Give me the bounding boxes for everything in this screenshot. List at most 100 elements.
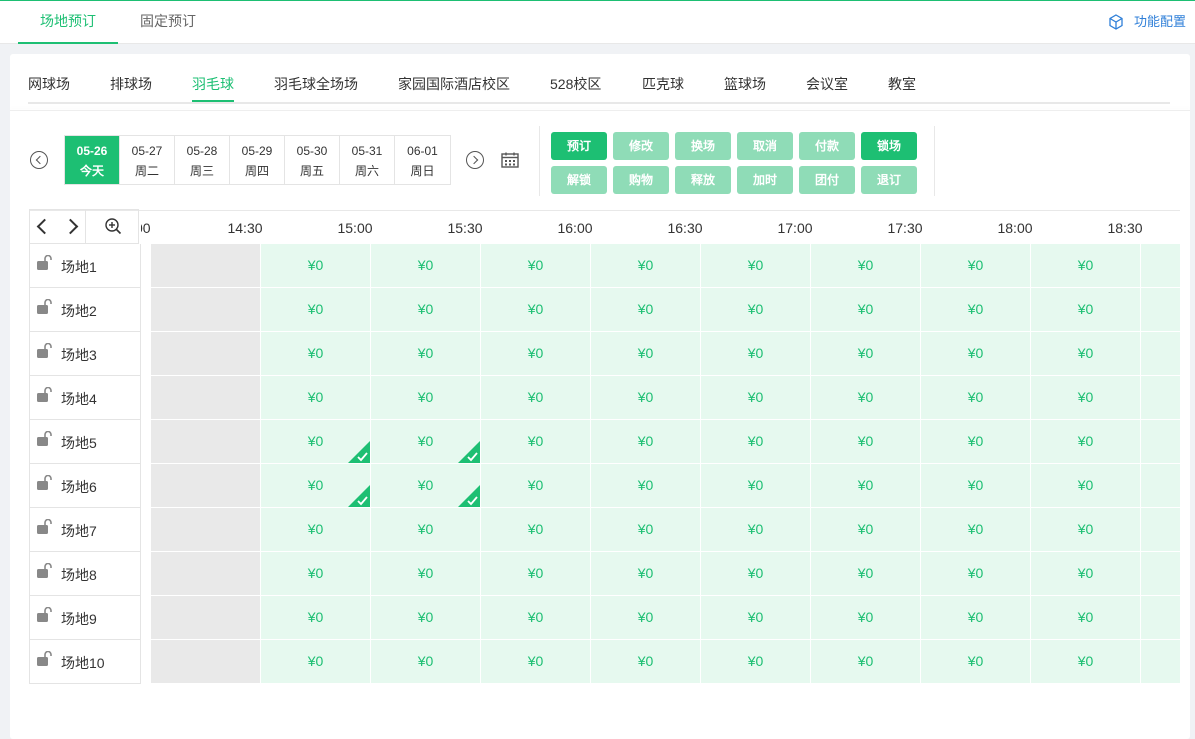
venue-tab-classroom[interactable]: 教室 <box>888 74 916 102</box>
slot-cell[interactable]: ¥0 <box>811 596 920 639</box>
slot-cell[interactable]: ¥0 <box>811 332 920 375</box>
slot-cell[interactable]: ¥0 <box>1031 288 1140 331</box>
slot-cell[interactable]: ¥0 <box>371 464 480 507</box>
slot-cell[interactable]: ¥0 <box>921 376 1030 419</box>
slot-cell[interactable]: ¥0 <box>1141 332 1180 375</box>
slot-cell[interactable]: ¥0 <box>811 288 920 331</box>
slot-cell[interactable]: ¥0 <box>481 596 590 639</box>
slot-cell[interactable]: ¥0 <box>701 420 810 463</box>
next-week-button[interactable] <box>466 151 484 169</box>
slot-cell[interactable]: ¥0 <box>701 288 810 331</box>
slot-cell[interactable]: ¥0 <box>481 552 590 595</box>
slot-cell[interactable]: ¥0 <box>701 376 810 419</box>
slot-cell[interactable]: ¥0 <box>261 508 370 551</box>
slot-cell[interactable]: ¥0 <box>701 244 810 287</box>
shopping-button[interactable]: 购物 <box>613 166 669 194</box>
slot-cell[interactable]: ¥0 <box>811 464 920 507</box>
venue-tab-tennis[interactable]: 网球场 <box>28 74 70 102</box>
slot-cell[interactable]: ¥0 <box>1141 420 1180 463</box>
slot-cell[interactable]: ¥0 <box>481 420 590 463</box>
venue-tab-badminton[interactable]: 羽毛球 <box>192 74 234 102</box>
slot-cell[interactable]: ¥0 <box>261 332 370 375</box>
slot-cell[interactable]: ¥0 <box>1141 640 1180 683</box>
slot-cell[interactable]: ¥0 <box>921 288 1030 331</box>
slot-cell[interactable]: ¥0 <box>371 420 480 463</box>
court-row-label[interactable]: 场地1 <box>29 244 141 288</box>
slot-cell[interactable]: ¥0 <box>371 508 480 551</box>
tab-fixed-booking[interactable]: 固定预订 <box>118 1 218 44</box>
group-pay-button[interactable]: 团付 <box>799 166 855 194</box>
slot-cell[interactable]: ¥0 <box>591 420 700 463</box>
release-button[interactable]: 释放 <box>675 166 731 194</box>
date-item[interactable]: 05-26 今天 <box>65 136 120 184</box>
slot-cell[interactable]: ¥0 <box>261 420 370 463</box>
date-item[interactable]: 05-29 周四 <box>230 136 285 184</box>
court-row-label[interactable]: 场地2 <box>29 288 141 332</box>
slot-cell[interactable]: ¥0 <box>371 596 480 639</box>
court-row-label[interactable]: 场地6 <box>29 464 141 508</box>
slot-cell[interactable]: ¥0 <box>261 244 370 287</box>
venue-tab-volleyball[interactable]: 排球场 <box>110 74 152 102</box>
venue-tab-pickleball[interactable]: 匹克球 <box>642 74 684 102</box>
prev-week-button[interactable] <box>30 151 48 169</box>
slot-cell[interactable]: ¥0 <box>481 640 590 683</box>
slot-cell[interactable]: ¥0 <box>1141 244 1180 287</box>
slot-cell[interactable]: ¥0 <box>261 376 370 419</box>
slot-cell[interactable]: ¥0 <box>701 596 810 639</box>
date-item[interactable]: 05-28 周三 <box>175 136 230 184</box>
slot-cell[interactable]: ¥0 <box>481 244 590 287</box>
slot-cell[interactable]: ¥0 <box>591 288 700 331</box>
slot-cell[interactable]: ¥0 <box>921 552 1030 595</box>
slot-cell[interactable]: ¥0 <box>811 376 920 419</box>
court-row-label[interactable]: 场地7 <box>29 508 141 552</box>
slot-cell[interactable]: ¥0 <box>1141 376 1180 419</box>
date-item[interactable]: 05-27 周二 <box>120 136 175 184</box>
slot-cell[interactable]: ¥0 <box>481 508 590 551</box>
slot-cell[interactable]: ¥0 <box>1141 464 1180 507</box>
scroll-right-button[interactable] <box>66 219 78 233</box>
slot-cell[interactable]: ¥0 <box>591 376 700 419</box>
slot-cell[interactable]: ¥0 <box>371 288 480 331</box>
slot-cell[interactable]: ¥0 <box>811 508 920 551</box>
slot-cell[interactable]: ¥0 <box>371 376 480 419</box>
court-row-label[interactable]: 场地10 <box>29 640 141 684</box>
zoom-in-button[interactable] <box>85 210 139 243</box>
slot-cell[interactable]: ¥0 <box>481 332 590 375</box>
slot-cell[interactable]: ¥0 <box>1141 288 1180 331</box>
court-row-label[interactable]: 场地3 <box>29 332 141 376</box>
slot-cell[interactable]: ¥0 <box>371 332 480 375</box>
slot-cell[interactable]: ¥0 <box>591 332 700 375</box>
court-row-label[interactable]: 场地5 <box>29 420 141 464</box>
unlock-button[interactable]: 解锁 <box>551 166 607 194</box>
slot-cell[interactable]: ¥0 <box>261 552 370 595</box>
slot-cell[interactable]: ¥0 <box>1141 596 1180 639</box>
slot-cell[interactable]: ¥0 <box>1031 376 1140 419</box>
scroll-left-button[interactable] <box>36 219 48 233</box>
unsubscribe-button[interactable]: 退订 <box>861 166 917 194</box>
slot-cell[interactable]: ¥0 <box>921 332 1030 375</box>
venue-tab-meeting-room[interactable]: 会议室 <box>806 74 848 102</box>
slot-cell[interactable]: ¥0 <box>261 640 370 683</box>
court-row-label[interactable]: 场地9 <box>29 596 141 640</box>
slot-cell[interactable]: ¥0 <box>591 552 700 595</box>
slot-cell[interactable]: ¥0 <box>1031 552 1140 595</box>
slot-cell[interactable]: ¥0 <box>1031 464 1140 507</box>
slot-cell[interactable]: ¥0 <box>481 376 590 419</box>
slot-cell[interactable]: ¥0 <box>811 420 920 463</box>
slot-cell[interactable]: ¥0 <box>921 420 1030 463</box>
slot-cell[interactable]: ¥0 <box>591 640 700 683</box>
slot-cell[interactable]: ¥0 <box>921 464 1030 507</box>
slot-cell[interactable]: ¥0 <box>1031 640 1140 683</box>
modify-button[interactable]: 修改 <box>613 132 669 160</box>
slot-cell[interactable]: ¥0 <box>591 508 700 551</box>
court-row-label[interactable]: 场地4 <box>29 376 141 420</box>
slot-cell[interactable]: ¥0 <box>701 464 810 507</box>
tab-venue-booking[interactable]: 场地预订 <box>18 1 118 44</box>
slot-cell[interactable]: ¥0 <box>1031 508 1140 551</box>
slot-cell[interactable]: ¥0 <box>701 332 810 375</box>
slot-cell[interactable]: ¥0 <box>481 464 590 507</box>
slot-cell[interactable]: ¥0 <box>261 596 370 639</box>
venue-tab-basketball[interactable]: 篮球场 <box>724 74 766 102</box>
slot-cell[interactable]: ¥0 <box>701 508 810 551</box>
slot-cell[interactable]: ¥0 <box>371 244 480 287</box>
